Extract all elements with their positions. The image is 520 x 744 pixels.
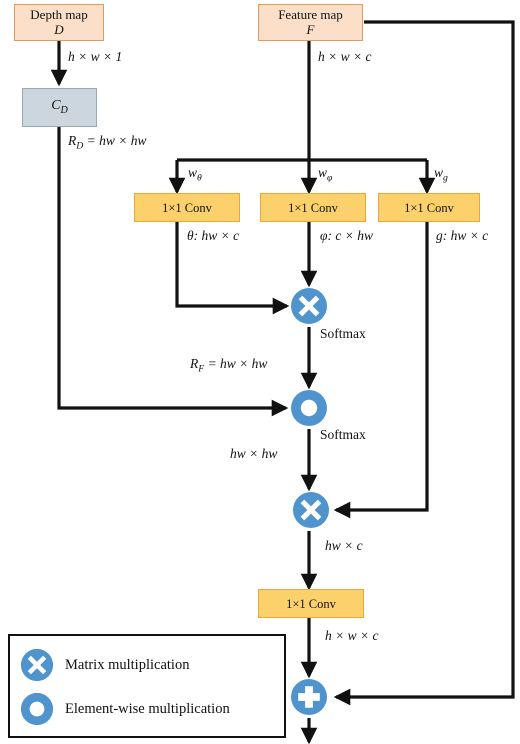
label-phi-shape: φ: c × hw (320, 228, 373, 243)
node-feature-map[interactable]: Feature map F (258, 4, 363, 41)
feature-map-symbol: F (306, 21, 315, 37)
node-depth-map[interactable]: Depth map D (14, 4, 104, 41)
feature-map-label: Feature map (278, 6, 343, 22)
label-w-g: wg (434, 165, 448, 184)
element-wise-multiplication-icon (20, 692, 54, 726)
node-conv-g[interactable]: 1×1 Conv (378, 193, 480, 222)
conv-out-label: 1×1 Conv (286, 596, 336, 611)
label-w-theta: wθ (188, 165, 202, 184)
op-matmul-bottom[interactable] (292, 491, 330, 529)
legend-label-element-wise-multiplication: Element-wise multiplication (65, 700, 230, 717)
conv-g-label: 1×1 Conv (404, 200, 454, 215)
node-cd-block[interactable]: CD (22, 88, 97, 127)
label-softmax-top: Softmax (320, 326, 366, 341)
edge-g-to-matmul-bottom (333, 222, 429, 519)
label-hw-hw: hw × hw (230, 446, 278, 461)
conv-phi-label: 1×1 Conv (288, 200, 338, 215)
cd-block-label: CD (51, 98, 68, 117)
label-w-phi: wφ (318, 165, 333, 184)
legend-item-element-wise-multiplication: Element-wise multiplication (20, 692, 230, 726)
legend-item-matrix-multiplication: Matrix multiplication (20, 648, 189, 682)
label-theta-shape: θ: hw × c (187, 228, 240, 243)
label-hw-c: hw × c (325, 538, 363, 553)
ring-icon (300, 399, 318, 417)
matrix-multiplication-icon (20, 648, 54, 682)
op-elementwise[interactable] (290, 389, 328, 427)
label-rf: RF = hw × hw (190, 356, 268, 375)
diagram-canvas: Depth map D Feature map F CD 1×1 Conv 1×… (0, 0, 520, 744)
label-g-shape: g: hw × c (436, 228, 489, 243)
conv-theta-label: 1×1 Conv (162, 200, 212, 215)
node-conv-out[interactable]: 1×1 Conv (258, 589, 364, 618)
node-conv-phi[interactable]: 1×1 Conv (260, 193, 366, 222)
op-add[interactable] (290, 678, 328, 716)
op-matmul-top[interactable] (290, 287, 328, 325)
label-out-shape: h × w × c (325, 628, 379, 643)
label-softmax-bottom: Softmax (320, 427, 366, 442)
node-conv-theta[interactable]: 1×1 Conv (134, 193, 240, 222)
depth-map-symbol: D (54, 21, 64, 37)
label-depth-shape: h × w × 1 (68, 49, 123, 64)
depth-map-label: Depth map (30, 6, 88, 22)
label-feature-shape: h × w × c (318, 49, 372, 64)
legend-label-matrix-multiplication: Matrix multiplication (65, 656, 190, 673)
label-rd: RD = hw × hw (68, 133, 147, 152)
